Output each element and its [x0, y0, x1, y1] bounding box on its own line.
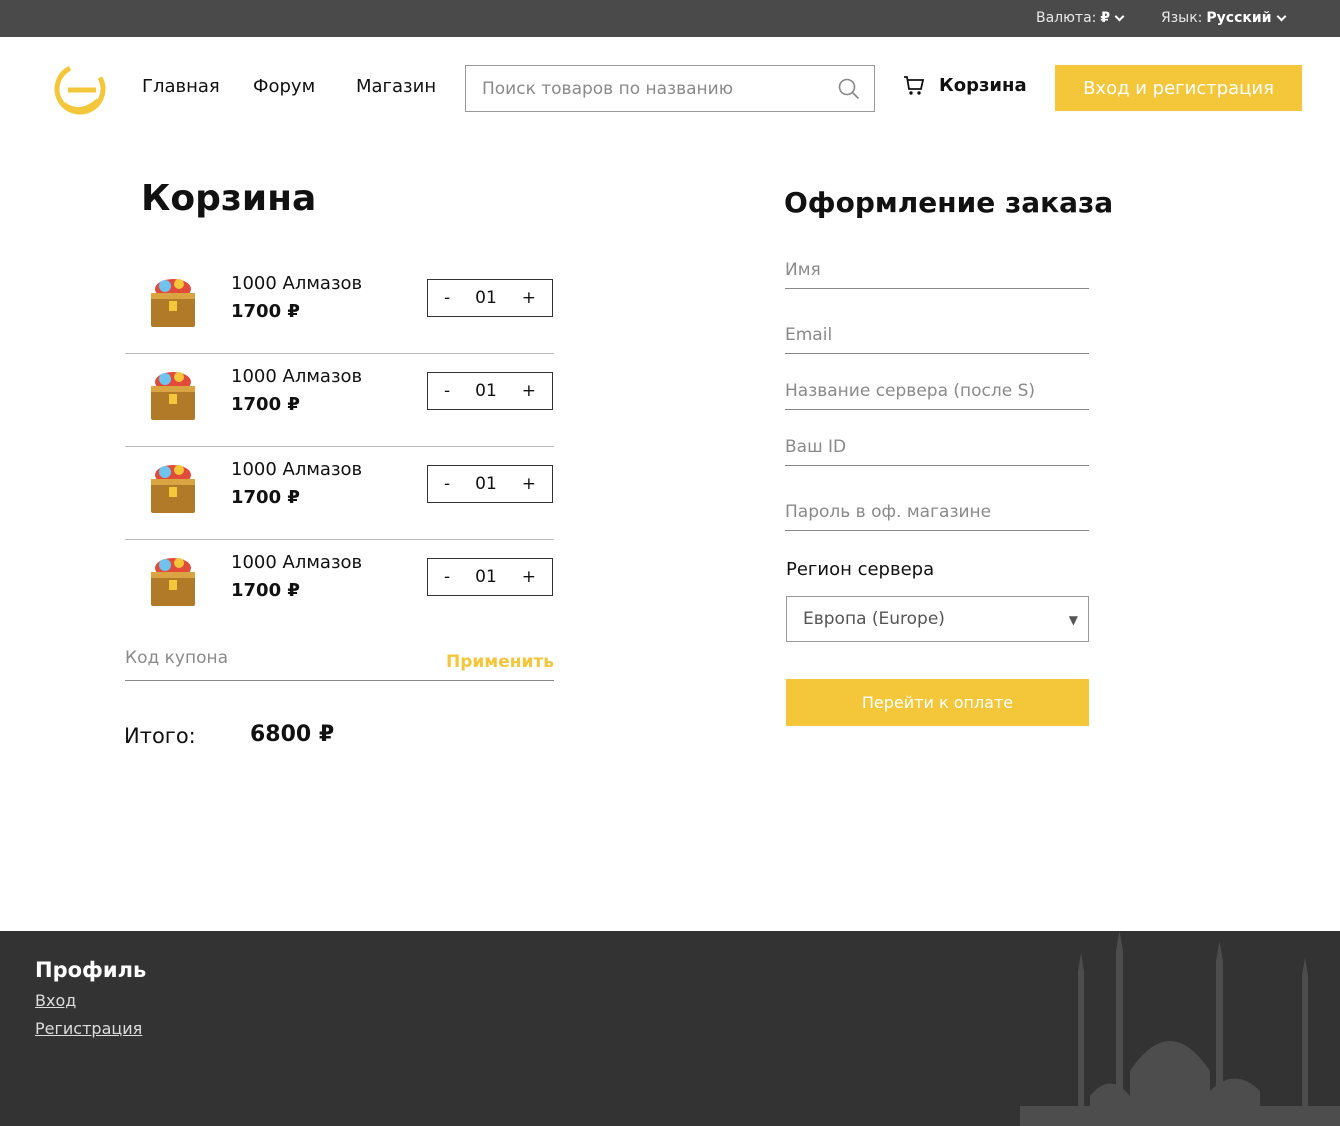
quantity-stepper: - 01 + — [427, 465, 553, 503]
search-icon[interactable] — [838, 78, 860, 100]
increment-button[interactable]: + — [522, 381, 536, 401]
region-select[interactable]: Европа (Europe) ▼ — [786, 596, 1089, 642]
apply-coupon-button[interactable]: Применить — [446, 652, 554, 672]
footer-profile-title: Профиль — [35, 958, 147, 982]
nav-shop[interactable]: Магазин — [356, 76, 436, 97]
email-field[interactable] — [785, 321, 1089, 345]
cart-item: 1000 Алмазов 1700 ₽ - 01 + — [125, 447, 554, 540]
mosque-skyline-icon — [1020, 931, 1340, 1126]
item-price: 1700 ₽ — [231, 394, 300, 415]
email-field-wrap — [785, 321, 1089, 354]
footer: Профиль Вход Регистрация — [0, 931, 1340, 1126]
item-name: 1000 Алмазов — [231, 366, 363, 387]
item-price: 1700 ₽ — [231, 487, 300, 508]
treasure-chest-icon — [151, 372, 195, 420]
total-value: 6800 ₽ — [250, 722, 335, 747]
treasure-chest-icon — [151, 558, 195, 606]
nav-forum[interactable]: Форум — [253, 76, 315, 97]
currency-selector[interactable]: Валюта: ₽ — [1036, 10, 1125, 26]
decrement-button[interactable]: - — [444, 567, 450, 587]
cart-item: 1000 Алмазов 1700 ₽ - 01 + — [125, 540, 554, 633]
server-name-field[interactable] — [785, 377, 1089, 401]
proceed-to-payment-button[interactable]: Перейти к оплате — [786, 679, 1089, 726]
total-label: Итого: — [124, 724, 196, 748]
footer-register-link[interactable]: Регистрация — [35, 1019, 142, 1038]
decrement-button[interactable]: - — [444, 288, 450, 308]
quantity-stepper: - 01 + — [427, 279, 553, 317]
checkout-title: Оформление заказа — [784, 186, 1114, 219]
shop-password-field-wrap — [785, 498, 1089, 531]
item-name: 1000 Алмазов — [231, 552, 363, 573]
region-label: Регион сервера — [786, 559, 935, 580]
cart-link[interactable]: Корзина — [903, 74, 1027, 96]
quantity-stepper: - 01 + — [427, 372, 553, 410]
item-name: 1000 Алмазов — [231, 273, 363, 294]
increment-button[interactable]: + — [522, 567, 536, 587]
chevron-down-icon — [1114, 11, 1125, 21]
cart-title: Корзина — [141, 178, 317, 219]
search-input[interactable] — [466, 66, 826, 111]
caret-down-icon: ▼ — [1068, 613, 1078, 627]
footer-login-link[interactable]: Вход — [35, 991, 76, 1010]
item-price: 1700 ₽ — [231, 580, 300, 601]
coupon-row: Применить — [125, 648, 554, 681]
shop-password-field[interactable] — [785, 498, 1089, 522]
quantity-value[interactable]: 01 — [475, 567, 497, 587]
treasure-chest-icon — [151, 465, 195, 513]
quantity-stepper: - 01 + — [427, 558, 553, 596]
language-value: Русский — [1206, 10, 1272, 26]
cart-icon — [904, 76, 925, 95]
decrement-button[interactable]: - — [444, 474, 450, 494]
quantity-value[interactable]: 01 — [475, 381, 497, 401]
chevron-down-icon — [1276, 11, 1286, 21]
decrement-button[interactable]: - — [444, 381, 450, 401]
language-selector[interactable]: Язык: Русский — [1161, 10, 1286, 26]
cart-item: 1000 Алмазов 1700 ₽ - 01 + — [125, 354, 554, 447]
cart-item: 1000 Алмазов 1700 ₽ - 01 + — [125, 261, 554, 354]
top-bar: Валюта: ₽ Язык: Русский — [0, 0, 1340, 37]
coupon-input[interactable] — [125, 648, 425, 668]
site-logo-icon[interactable] — [52, 60, 108, 116]
player-id-field[interactable] — [785, 433, 1089, 457]
currency-label: Валюта: — [1036, 10, 1097, 26]
region-value: Европа (Europe) — [803, 609, 945, 629]
cart-label: Корзина — [939, 74, 1027, 96]
currency-value: ₽ — [1100, 10, 1111, 26]
treasure-chest-icon — [151, 279, 195, 327]
name-field[interactable] — [785, 256, 1089, 280]
login-register-button[interactable]: Вход и регистрация — [1055, 65, 1302, 111]
name-field-wrap — [785, 256, 1089, 289]
item-name: 1000 Алмазов — [231, 459, 363, 480]
increment-button[interactable]: + — [522, 288, 536, 308]
item-price: 1700 ₽ — [231, 301, 300, 322]
increment-button[interactable]: + — [522, 474, 536, 494]
server-name-field-wrap — [785, 377, 1089, 410]
quantity-value[interactable]: 01 — [475, 474, 497, 494]
quantity-value[interactable]: 01 — [475, 288, 497, 308]
nav-home[interactable]: Главная — [142, 76, 220, 97]
language-label: Язык: — [1161, 10, 1203, 26]
search-box — [465, 65, 875, 112]
player-id-field-wrap — [785, 433, 1089, 466]
